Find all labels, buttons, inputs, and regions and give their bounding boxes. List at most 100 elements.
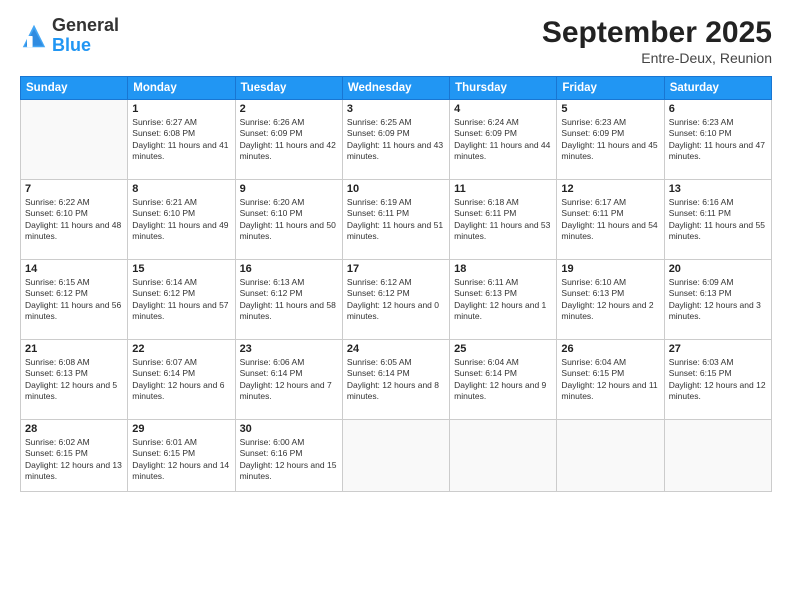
cell-info: Sunrise: 6:07 AM Sunset: 6:14 PM Dayligh…	[132, 357, 230, 403]
cell-info: Sunrise: 6:03 AM Sunset: 6:15 PM Dayligh…	[669, 357, 767, 403]
day-number: 7	[25, 183, 123, 195]
title-block: September 2025 Entre-Deux, Reunion	[542, 16, 772, 66]
calendar-cell: 5 Sunrise: 6:23 AM Sunset: 6:09 PM Daylig…	[557, 100, 664, 180]
cell-info: Sunrise: 6:17 AM Sunset: 6:11 PM Dayligh…	[561, 197, 659, 243]
weekday-header: Sunday	[21, 77, 128, 100]
day-number: 20	[669, 263, 767, 275]
calendar-cell: 16Sunrise: 6:13 AM Sunset: 6:12 PM Dayli…	[235, 260, 342, 340]
cell-info: Sunrise: 6:23 AM Sunset: 6:10 PM Dayligh…	[669, 117, 767, 163]
calendar-cell: 22Sunrise: 6:07 AM Sunset: 6:14 PM Dayli…	[128, 340, 235, 420]
logo: General Blue	[20, 16, 119, 56]
weekday-header: Thursday	[450, 77, 557, 100]
cell-info: Sunrise: 6:25 AM Sunset: 6:09 PM Dayligh…	[347, 117, 445, 163]
day-number: 12	[561, 183, 659, 195]
calendar-cell: 14Sunrise: 6:15 AM Sunset: 6:12 PM Dayli…	[21, 260, 128, 340]
day-number: 4	[454, 103, 552, 115]
calendar-cell: 3 Sunrise: 6:25 AM Sunset: 6:09 PM Daylig…	[342, 100, 449, 180]
calendar-cell: 23 Sunrise: 6:06 AM Sunset: 6:14 PM Dayli…	[235, 340, 342, 420]
weekday-header: Saturday	[664, 77, 771, 100]
calendar-cell: 4 Sunrise: 6:24 AM Sunset: 6:09 PM Daylig…	[450, 100, 557, 180]
logo-icon	[20, 22, 48, 50]
day-number: 28	[25, 423, 123, 435]
day-number: 19	[561, 263, 659, 275]
day-number: 15	[132, 263, 230, 275]
calendar-week-row: 28 Sunrise: 6:02 AM Sunset: 6:15 PM Dayli…	[21, 420, 772, 492]
calendar-cell: 28 Sunrise: 6:02 AM Sunset: 6:15 PM Dayli…	[21, 420, 128, 492]
cell-info: Sunrise: 6:13 AM Sunset: 6:12 PM Dayligh…	[240, 277, 338, 323]
day-number: 5	[561, 103, 659, 115]
cell-info: Sunrise: 6:00 AM Sunset: 6:16 PM Dayligh…	[240, 437, 338, 483]
calendar-cell: 21 Sunrise: 6:08 AM Sunset: 6:13 PM Dayli…	[21, 340, 128, 420]
day-number: 18	[454, 263, 552, 275]
day-number: 30	[240, 423, 338, 435]
day-number: 14	[25, 263, 123, 275]
weekday-header: Wednesday	[342, 77, 449, 100]
calendar-week-row: 1Sunrise: 6:27 AM Sunset: 6:08 PM Daylig…	[21, 100, 772, 180]
calendar-cell: 7 Sunrise: 6:22 AM Sunset: 6:10 PM Daylig…	[21, 180, 128, 260]
day-number: 26	[561, 343, 659, 355]
calendar-cell: 13Sunrise: 6:16 AM Sunset: 6:11 PM Dayli…	[664, 180, 771, 260]
calendar-cell: 2Sunrise: 6:26 AM Sunset: 6:09 PM Daylig…	[235, 100, 342, 180]
calendar-cell: 9 Sunrise: 6:20 AM Sunset: 6:10 PM Daylig…	[235, 180, 342, 260]
weekday-header-row: SundayMondayTuesdayWednesdayThursdayFrid…	[21, 77, 772, 100]
day-number: 8	[132, 183, 230, 195]
day-number: 2	[240, 103, 338, 115]
calendar-cell: 11Sunrise: 6:18 AM Sunset: 6:11 PM Dayli…	[450, 180, 557, 260]
cell-info: Sunrise: 6:10 AM Sunset: 6:13 PM Dayligh…	[561, 277, 659, 323]
calendar-cell: 29Sunrise: 6:01 AM Sunset: 6:15 PM Dayli…	[128, 420, 235, 492]
day-number: 6	[669, 103, 767, 115]
day-number: 10	[347, 183, 445, 195]
calendar-cell: 17 Sunrise: 6:12 AM Sunset: 6:12 PM Dayli…	[342, 260, 449, 340]
calendar-cell: 10Sunrise: 6:19 AM Sunset: 6:11 PM Dayli…	[342, 180, 449, 260]
month-title: September 2025	[542, 16, 772, 50]
cell-info: Sunrise: 6:02 AM Sunset: 6:15 PM Dayligh…	[25, 437, 123, 483]
calendar-cell: 30 Sunrise: 6:00 AM Sunset: 6:16 PM Dayli…	[235, 420, 342, 492]
day-number: 25	[454, 343, 552, 355]
cell-info: Sunrise: 6:09 AM Sunset: 6:13 PM Dayligh…	[669, 277, 767, 323]
day-number: 27	[669, 343, 767, 355]
day-number: 17	[347, 263, 445, 275]
calendar-week-row: 7 Sunrise: 6:22 AM Sunset: 6:10 PM Daylig…	[21, 180, 772, 260]
cell-info: Sunrise: 6:05 AM Sunset: 6:14 PM Dayligh…	[347, 357, 445, 403]
weekday-header: Monday	[128, 77, 235, 100]
day-number: 9	[240, 183, 338, 195]
cell-info: Sunrise: 6:18 AM Sunset: 6:11 PM Dayligh…	[454, 197, 552, 243]
calendar-week-row: 14Sunrise: 6:15 AM Sunset: 6:12 PM Dayli…	[21, 260, 772, 340]
cell-info: Sunrise: 6:12 AM Sunset: 6:12 PM Dayligh…	[347, 277, 445, 323]
cell-info: Sunrise: 6:06 AM Sunset: 6:14 PM Dayligh…	[240, 357, 338, 403]
logo-blue-text: Blue	[52, 35, 91, 55]
calendar-cell: 25Sunrise: 6:04 AM Sunset: 6:14 PM Dayli…	[450, 340, 557, 420]
calendar-cell	[557, 420, 664, 492]
cell-info: Sunrise: 6:11 AM Sunset: 6:13 PM Dayligh…	[454, 277, 552, 323]
calendar-cell	[664, 420, 771, 492]
cell-info: Sunrise: 6:24 AM Sunset: 6:09 PM Dayligh…	[454, 117, 552, 163]
cell-info: Sunrise: 6:22 AM Sunset: 6:10 PM Dayligh…	[25, 197, 123, 243]
cell-info: Sunrise: 6:16 AM Sunset: 6:11 PM Dayligh…	[669, 197, 767, 243]
cell-info: Sunrise: 6:08 AM Sunset: 6:13 PM Dayligh…	[25, 357, 123, 403]
cell-info: Sunrise: 6:20 AM Sunset: 6:10 PM Dayligh…	[240, 197, 338, 243]
header: General Blue September 2025 Entre-Deux, …	[20, 16, 772, 66]
day-number: 24	[347, 343, 445, 355]
calendar-cell	[450, 420, 557, 492]
calendar-cell: 24 Sunrise: 6:05 AM Sunset: 6:14 PM Dayli…	[342, 340, 449, 420]
cell-info: Sunrise: 6:14 AM Sunset: 6:12 PM Dayligh…	[132, 277, 230, 323]
day-number: 3	[347, 103, 445, 115]
calendar-cell: 27 Sunrise: 6:03 AM Sunset: 6:15 PM Dayli…	[664, 340, 771, 420]
calendar-cell	[342, 420, 449, 492]
cell-info: Sunrise: 6:27 AM Sunset: 6:08 PM Dayligh…	[132, 117, 230, 163]
calendar: SundayMondayTuesdayWednesdayThursdayFrid…	[20, 76, 772, 492]
calendar-cell: 20 Sunrise: 6:09 AM Sunset: 6:13 PM Dayli…	[664, 260, 771, 340]
logo-general-text: General	[52, 15, 119, 35]
day-number: 23	[240, 343, 338, 355]
cell-info: Sunrise: 6:23 AM Sunset: 6:09 PM Dayligh…	[561, 117, 659, 163]
calendar-cell: 15 Sunrise: 6:14 AM Sunset: 6:12 PM Dayli…	[128, 260, 235, 340]
calendar-cell: 12 Sunrise: 6:17 AM Sunset: 6:11 PM Dayli…	[557, 180, 664, 260]
day-number: 21	[25, 343, 123, 355]
calendar-cell: 19 Sunrise: 6:10 AM Sunset: 6:13 PM Dayli…	[557, 260, 664, 340]
page: General Blue September 2025 Entre-Deux, …	[0, 0, 792, 612]
calendar-cell	[21, 100, 128, 180]
calendar-week-row: 21 Sunrise: 6:08 AM Sunset: 6:13 PM Dayli…	[21, 340, 772, 420]
day-number: 29	[132, 423, 230, 435]
calendar-cell: 8Sunrise: 6:21 AM Sunset: 6:10 PM Daylig…	[128, 180, 235, 260]
calendar-cell: 18 Sunrise: 6:11 AM Sunset: 6:13 PM Dayli…	[450, 260, 557, 340]
